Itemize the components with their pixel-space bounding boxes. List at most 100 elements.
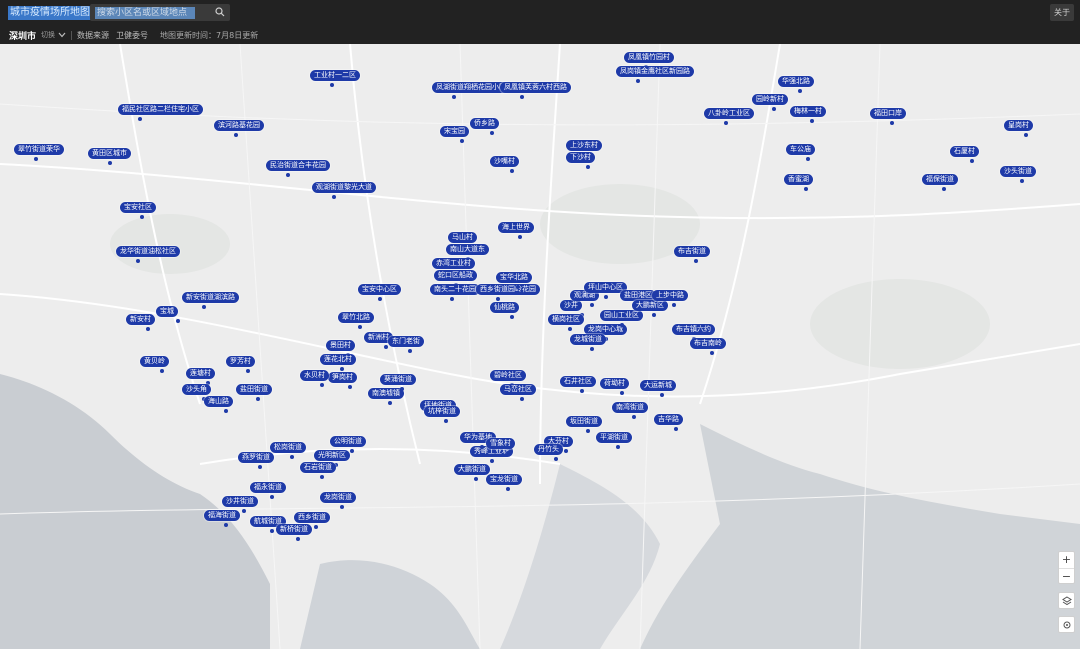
location-tag[interactable]: 观湖街道黎光大道: [312, 182, 376, 193]
location-tag[interactable]: 凤岗镇金鹰社区新园路: [616, 66, 694, 77]
location-tag[interactable]: 梅林一村: [790, 106, 826, 117]
location-tag[interactable]: 香蜜湖: [784, 174, 813, 185]
zoom-out-button[interactable]: −: [1059, 567, 1074, 584]
layers-button[interactable]: [1058, 592, 1075, 609]
location-tag[interactable]: 南湾街道: [612, 402, 648, 413]
location-tag[interactable]: 侨乡路: [470, 118, 499, 129]
location-tag[interactable]: 海山路: [204, 396, 233, 407]
location-tag[interactable]: 坂田街道: [566, 416, 602, 427]
location-tag[interactable]: 马山村: [448, 232, 477, 243]
zoom-in-button[interactable]: +: [1062, 552, 1071, 568]
location-tag[interactable]: 宝城: [156, 306, 178, 317]
map-canvas[interactable]: 凤凰镇竹园村凤岗镇金鹰社区新园路凤湖街道翔栖花园小区 凤凰镇芙蓉六村西路侨乡路 宋宝…: [0, 44, 1080, 649]
location-tag[interactable]: 沙头角: [182, 384, 211, 395]
location-tag[interactable]: 西乡街道园岭花园: [476, 284, 540, 295]
location-tag[interactable]: 景田村: [326, 340, 355, 351]
location-tag[interactable]: 大鹏街道: [454, 464, 490, 475]
health-commission-link[interactable]: 卫健委号: [116, 30, 148, 41]
location-tag[interactable]: 仙桃路: [490, 302, 519, 313]
location-tag[interactable]: 福海街道: [204, 510, 240, 521]
location-tag[interactable]: 宝安中心区: [358, 284, 401, 295]
search-input[interactable]: [95, 6, 195, 19]
location-tag[interactable]: 车公庙: [786, 144, 815, 155]
location-tag[interactable]: 皇岗村: [1004, 120, 1033, 131]
location-tag[interactable]: 葵涌街道: [380, 374, 416, 385]
location-tag[interactable]: 莲花北村: [320, 354, 356, 365]
location-tag[interactable]: 南澳墟镇: [368, 388, 404, 399]
location-tag[interactable]: 龙华街道油松社区: [116, 246, 180, 257]
location-tag[interactable]: 翠竹北路: [338, 312, 374, 323]
location-tag[interactable]: 布吉街道: [674, 246, 710, 257]
location-tag[interactable]: 吉华路: [654, 414, 683, 425]
location-tag[interactable]: 新安街道湖滨路: [182, 292, 239, 303]
location-tag[interactable]: 上步中路: [652, 290, 688, 301]
location-tag[interactable]: 莲塘村: [186, 368, 215, 379]
location-tag[interactable]: 龙城街道: [570, 334, 606, 345]
location-tag[interactable]: 宝安社区: [120, 202, 156, 213]
location-tag[interactable]: 工业村一二区: [310, 70, 360, 81]
location-tag[interactable]: 大鹏新区: [632, 300, 668, 311]
location-tag[interactable]: 沙井: [560, 300, 582, 311]
location-tag[interactable]: 福永街道: [250, 482, 286, 493]
location-tag[interactable]: 黄田区城市: [88, 148, 131, 159]
location-tag[interactable]: 上沙东村: [566, 140, 602, 151]
location-tag[interactable]: 宋宝园: [440, 126, 469, 137]
location-tag[interactable]: 凤凰镇竹园村: [624, 52, 674, 63]
location-tag[interactable]: 福民社区路二栏住宅小区: [118, 104, 203, 115]
location-tag[interactable]: 西乡街道: [294, 512, 330, 523]
search-icon[interactable]: [215, 7, 225, 17]
location-tag[interactable]: 水贝村: [300, 370, 329, 381]
location-tag[interactable]: 大运新城: [640, 380, 676, 391]
location-tag[interactable]: 笋岗村: [328, 372, 357, 383]
locate-button[interactable]: [1058, 616, 1075, 633]
location-tag[interactable]: 沙井街道: [222, 496, 258, 507]
location-tag[interactable]: 坑梓街道: [424, 406, 460, 417]
location-tag[interactable]: 平湖街道: [596, 432, 632, 443]
location-tag[interactable]: 荷坳村: [600, 378, 629, 389]
location-tag[interactable]: 宝龙街道: [486, 474, 522, 485]
location-tag[interactable]: 布吉镇六约: [672, 324, 715, 335]
location-tag[interactable]: 罗芳村: [226, 356, 255, 367]
location-tag[interactable]: 海上世界: [498, 222, 534, 233]
location-tag[interactable]: 横岗社区: [548, 314, 584, 325]
location-tag[interactable]: 碧岭社区: [490, 370, 526, 381]
location-tag[interactable]: 园岭新村: [752, 94, 788, 105]
location-tag[interactable]: 福保街道: [922, 174, 958, 185]
location-tag[interactable]: 下沙村: [566, 152, 595, 163]
search-box[interactable]: [90, 4, 230, 21]
location-tag[interactable]: 八卦岭工业区: [704, 108, 754, 119]
location-tag[interactable]: 公明街道: [330, 436, 366, 447]
location-tag[interactable]: 华强北路: [778, 76, 814, 87]
location-tag[interactable]: 丹竹头: [534, 444, 563, 455]
location-tag[interactable]: 石井社区: [560, 376, 596, 387]
location-tag[interactable]: 蛇口区船政: [434, 270, 477, 281]
location-tag[interactable]: 马峦社区: [500, 384, 536, 395]
location-tag[interactable]: 新安村: [126, 314, 155, 325]
city-switch[interactable]: 切换: [41, 30, 66, 40]
location-tag[interactable]: 燕罗街道: [238, 452, 274, 463]
location-tag[interactable]: 沙头街道: [1000, 166, 1036, 177]
location-tag[interactable]: 凤凰镇芙蓉六村西路: [500, 82, 571, 93]
location-tag[interactable]: 南山大道东: [446, 244, 489, 255]
location-tag[interactable]: 龙岗街道: [320, 492, 356, 503]
location-tag[interactable]: 石岩街道: [300, 462, 336, 473]
location-tag[interactable]: 东门老街: [388, 336, 424, 347]
location-tag[interactable]: 翠竹街道荣华: [14, 144, 64, 155]
location-tag[interactable]: 福田口岸: [870, 108, 906, 119]
location-tag[interactable]: 滨河路基花园: [214, 120, 264, 131]
location-tag[interactable]: 雪象村: [486, 438, 515, 449]
location-tag[interactable]: 盐田街道: [236, 384, 272, 395]
location-tag[interactable]: 赤湾工业村: [432, 258, 475, 269]
location-tag[interactable]: 沙嘴村: [490, 156, 519, 167]
location-tag[interactable]: 南头二十花园: [430, 284, 480, 295]
location-tag[interactable]: 黄贝岭: [140, 356, 169, 367]
location-tag[interactable]: 民治街道合丰花园: [266, 160, 330, 171]
location-tag[interactable]: 布吉南岭: [690, 338, 726, 349]
about-button[interactable]: 关于: [1050, 4, 1074, 21]
data-source-link[interactable]: 数据来源: [77, 30, 109, 41]
location-tag[interactable]: 光明新区: [314, 450, 350, 461]
location-tag[interactable]: 凤湖街道翔栖花园小区: [432, 82, 510, 93]
location-tag[interactable]: 松岗街道: [270, 442, 306, 453]
location-tag[interactable]: 石厦村: [950, 146, 979, 157]
location-tag[interactable]: 宝华北路: [496, 272, 532, 283]
